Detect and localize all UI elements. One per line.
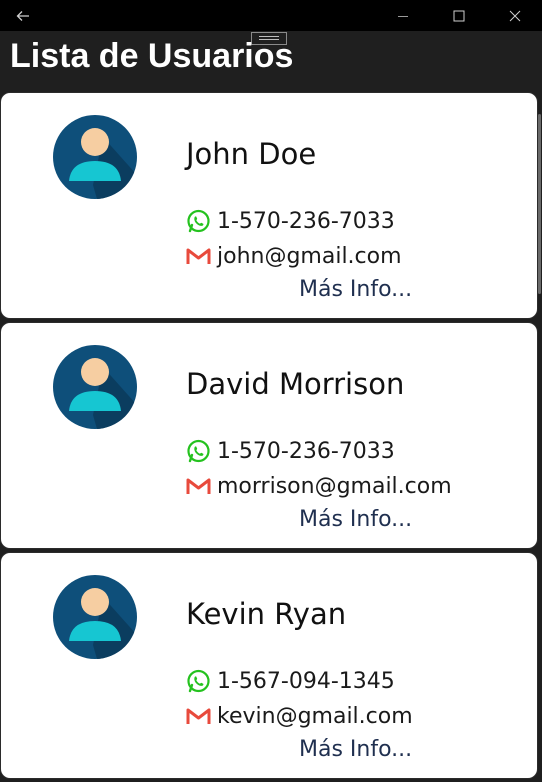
arrow-left-icon — [16, 10, 29, 21]
user-avatar-icon — [53, 575, 137, 659]
gmail-icon — [186, 244, 211, 269]
gmail-icon — [186, 474, 211, 499]
whatsapp-icon — [186, 209, 211, 234]
user-list[interactable]: John Doe 1-570-236-7033 john@gmail.com M… — [0, 92, 538, 782]
back-button[interactable] — [0, 0, 46, 31]
minimize-icon — [398, 15, 408, 17]
email-address: kevin@gmail.com — [217, 704, 413, 729]
user-name: John Doe — [186, 137, 317, 171]
user-card[interactable]: David Morrison 1-570-236-7033 morrison@g… — [0, 322, 538, 549]
user-card[interactable]: Kevin Ryan 1-567-094-1345 kevin@gmail.co… — [0, 552, 538, 779]
phone-number: 1-570-236-7033 — [217, 209, 395, 234]
email-row: kevin@gmail.com — [186, 704, 413, 729]
more-info-link[interactable]: Más Info... — [299, 737, 412, 762]
phone-number: 1-567-094-1345 — [217, 669, 395, 694]
page-title: Lista de Usuarios — [10, 37, 294, 75]
user-name: David Morrison — [186, 367, 405, 401]
email-row: john@gmail.com — [186, 244, 402, 269]
maximize-button[interactable] — [436, 0, 482, 31]
minimize-button[interactable] — [380, 0, 426, 31]
whatsapp-icon — [186, 669, 211, 694]
user-name: Kevin Ryan — [186, 597, 347, 631]
user-card[interactable]: John Doe 1-570-236-7033 john@gmail.com M… — [0, 92, 538, 319]
more-info-link[interactable]: Más Info... — [299, 507, 412, 532]
phone-row: 1-567-094-1345 — [186, 669, 395, 694]
user-avatar-icon — [53, 345, 137, 429]
close-button[interactable] — [492, 0, 538, 31]
email-address: john@gmail.com — [217, 244, 402, 269]
phone-row: 1-570-236-7033 — [186, 439, 395, 464]
window-titlebar — [0, 0, 542, 31]
gmail-icon — [186, 704, 211, 729]
scrollbar[interactable] — [538, 114, 541, 294]
email-row: morrison@gmail.com — [186, 474, 452, 499]
more-info-link[interactable]: Más Info... — [299, 277, 412, 302]
email-address: morrison@gmail.com — [217, 474, 452, 499]
whatsapp-icon — [186, 439, 211, 464]
maximize-icon — [453, 10, 465, 21]
phone-row: 1-570-236-7033 — [186, 209, 395, 234]
user-avatar-icon — [53, 115, 137, 199]
phone-number: 1-570-236-7033 — [217, 439, 395, 464]
close-icon — [509, 10, 521, 21]
